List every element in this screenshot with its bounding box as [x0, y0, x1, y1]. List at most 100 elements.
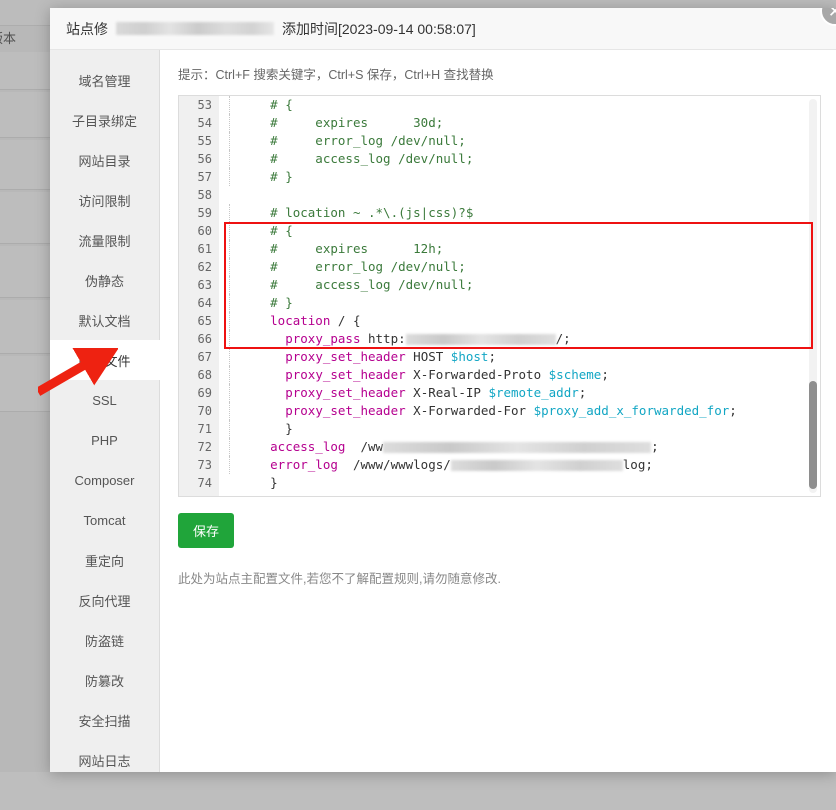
code-line[interactable]: } — [225, 474, 820, 492]
code-token-comment: # } — [270, 295, 293, 310]
code-token-plain: ; — [601, 367, 609, 382]
code-token-keyword: proxy_pass — [285, 331, 361, 346]
code-line[interactable]: proxy_set_header X-Forwarded-Proto $sche… — [225, 366, 820, 384]
code-line[interactable]: # access_log /dev/null; — [225, 276, 820, 294]
line-number: 62 — [197, 260, 212, 274]
code-line[interactable]: # location ~ .*\.(js|css)?$ — [225, 204, 820, 222]
sidebar-item-label: SSL — [92, 392, 117, 408]
sidebar-item-label: 配置文件 — [78, 353, 131, 369]
sidebar-item-3[interactable]: 访问限制 — [50, 180, 159, 220]
code-token-plain: ; — [729, 403, 737, 418]
shortcut-hint: 提示：Ctrl+F 搜索关键字，Ctrl+S 保存，Ctrl+H 查找替换 — [178, 68, 494, 82]
sidebar-item-0[interactable]: 域名管理 — [50, 60, 159, 100]
code-content[interactable]: # { # expires 30d; # error_log /dev/null… — [219, 96, 820, 496]
code-line[interactable]: proxy_set_header X-Real-IP $remote_addr; — [225, 384, 820, 402]
redacted-text — [450, 460, 623, 471]
code-line[interactable]: # error_log /dev/null; — [225, 132, 820, 150]
sidebar-item-7[interactable]: 配置文件 — [50, 340, 160, 380]
line-number: 60 — [197, 224, 212, 238]
indent-guide — [229, 366, 230, 384]
code-token-plain: ; — [651, 439, 659, 454]
modal-title-prefix: 站点修 — [66, 20, 108, 37]
sidebar-item-label: 访问限制 — [78, 193, 131, 209]
code-line[interactable]: error_log /www/wwwlogs/log; — [225, 456, 820, 474]
sidebar-item-label: 子目录绑定 — [71, 113, 137, 129]
editor-scrollbar-thumb[interactable] — [809, 381, 817, 489]
code-token-plain: http: — [360, 331, 406, 346]
code-line[interactable]: } — [225, 420, 820, 438]
sidebar-item-2[interactable]: 网站目录 — [50, 140, 159, 180]
indent-guide — [229, 330, 230, 348]
sidebar-item-17[interactable]: 网站日志 — [50, 740, 159, 772]
code-token-comment: # } — [270, 169, 293, 184]
line-number: 56 — [197, 152, 212, 166]
modal-body: 域名管理子目录绑定网站目录访问限制流量限制 伪静态 默认文档配置文件 SSL PHP Co… — [50, 50, 836, 772]
sidebar-item-15[interactable]: 防篡改 — [50, 660, 159, 700]
sidebar-item-6[interactable]: 默认文档 — [50, 300, 159, 340]
config-code-editor[interactable]: 53 54 55 56 57 58 59 60 61 62 63 64 65 66 67 68 69 70 71 72… — [178, 95, 821, 497]
sidebar-item-14[interactable]: 防盗链 — [50, 620, 159, 660]
code-line[interactable]: # access_log /dev/null; — [225, 150, 820, 168]
sidebar-item-11[interactable]: Tomcat — [50, 500, 159, 540]
code-token-varname: $proxy_add_x_forwarded_for — [533, 403, 730, 418]
code-line[interactable]: # } — [225, 294, 820, 312]
code-token-keyword: location — [270, 313, 331, 328]
code-token-plain: ; — [488, 349, 496, 364]
code-line[interactable]: # { — [225, 222, 820, 240]
sidebar-item-label: Tomcat — [83, 512, 126, 528]
code-line[interactable]: proxy_set_header X-Forwarded-For $proxy_… — [225, 402, 820, 420]
code-token-keyword: proxy_set_header — [285, 403, 406, 418]
sidebar-item-10[interactable]: Composer — [50, 460, 159, 500]
code-token-plain: X-Forwarded-Proto — [405, 367, 549, 382]
indent-guide — [229, 96, 230, 114]
code-token-comment: # { — [270, 97, 293, 112]
code-line[interactable]: # error_log /dev/null; — [225, 258, 820, 276]
code-line[interactable]: proxy_set_header HOST $host; — [225, 348, 820, 366]
code-line[interactable]: # } — [225, 168, 820, 186]
indent-guide — [229, 114, 230, 132]
save-button[interactable]: 保存 — [178, 513, 235, 548]
line-number: 73 — [197, 458, 212, 472]
sidebar-item-8[interactable]: SSL — [50, 380, 159, 420]
line-number: 55 — [197, 134, 212, 148]
line-number: 64 — [197, 296, 212, 310]
code-line[interactable] — [225, 186, 820, 204]
sidebar-item-13[interactable]: 反向代理 — [50, 580, 159, 620]
indent-guide — [229, 420, 230, 438]
editor-scrollbar[interactable] — [809, 99, 817, 493]
line-number: 53 — [197, 98, 212, 112]
sidebar-item-label: 重定向 — [84, 553, 124, 569]
sidebar-item-1[interactable]: 子目录绑定 — [50, 100, 159, 140]
code-line[interactable]: location / { — [225, 312, 820, 330]
code-line[interactable]: # { — [225, 96, 820, 114]
code-line[interactable]: # expires 30d; — [225, 114, 820, 132]
code-token-plain: HOST — [405, 349, 451, 364]
sidebar-item-label: 域名管理 — [78, 73, 131, 89]
sidebar-item-9[interactable]: PHP — [50, 420, 159, 460]
code-line[interactable]: access_log /ww; — [225, 438, 820, 456]
sidebar-item-12[interactable]: 重定向 — [50, 540, 159, 580]
sidebar-item-4[interactable]: 流量限制 — [50, 220, 159, 260]
code-line[interactable]: # expires 12h; — [225, 240, 820, 258]
code-line[interactable]: proxy_pass http: /; — [225, 330, 820, 348]
sidebar-item-16[interactable]: 安全扫描 — [50, 700, 159, 740]
code-token-comment: # { — [270, 223, 293, 238]
indent-guide — [229, 384, 230, 402]
sidebar-item-5[interactable]: 伪静态 — [50, 260, 159, 300]
indent-guide — [229, 402, 230, 420]
redacted-text — [383, 442, 652, 453]
